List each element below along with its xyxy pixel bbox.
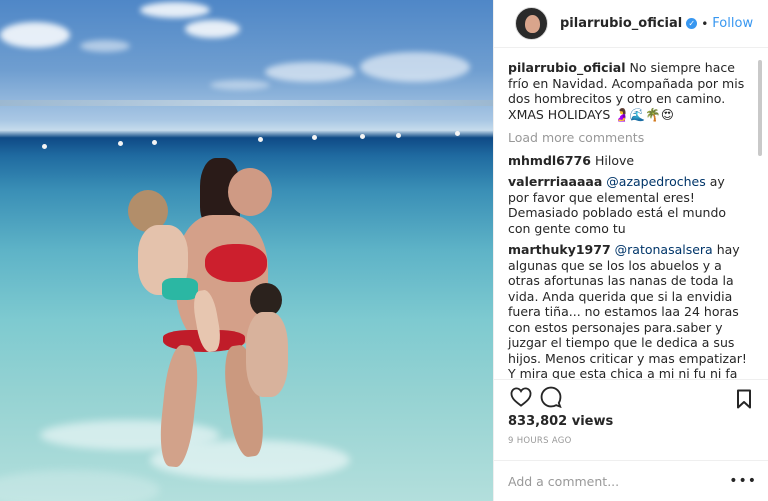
instagram-post: pilarrubio_oficial ✓ • Follow pilarrubio…: [0, 0, 768, 501]
cloud: [185, 20, 240, 38]
buoy: [258, 137, 263, 142]
comment-mention[interactable]: @ratonasalsera: [615, 242, 713, 257]
more-options-icon[interactable]: •••: [729, 473, 757, 489]
buoy: [42, 144, 47, 149]
cloud: [80, 40, 130, 52]
avatar[interactable]: [515, 7, 548, 40]
list-item: valerrriaaaaa @azapedroches ay por favor…: [508, 174, 748, 236]
load-more-comments-button[interactable]: Load more comments: [508, 130, 748, 146]
like-button[interactable]: [506, 382, 536, 412]
comment-input[interactable]: [508, 473, 728, 489]
comment-text: Hilove: [594, 152, 635, 168]
comment-mention[interactable]: @azapedroches: [606, 174, 705, 189]
header-username[interactable]: pilarrubio_oficial: [560, 16, 682, 31]
cloud: [360, 52, 470, 82]
horizon-line: [0, 100, 493, 106]
comments-list[interactable]: pilarrubio_oficial No siempre hace frío …: [494, 60, 754, 379]
buoy: [455, 131, 460, 136]
caption: pilarrubio_oficial No siempre hace frío …: [508, 60, 748, 122]
buoy: [312, 135, 317, 140]
heart-icon: [510, 386, 532, 407]
add-comment-bar: •••: [494, 460, 768, 501]
wave-foam: [0, 470, 160, 501]
save-button[interactable]: [729, 384, 759, 414]
views-count[interactable]: 833,802 views: [508, 414, 613, 429]
comment-username[interactable]: valerrriaaaaa: [508, 174, 602, 189]
bookmark-icon: [737, 389, 751, 409]
cloud: [140, 2, 210, 18]
child-body: [246, 312, 288, 397]
comment-text: hay algunas que se los los abuelos y a o…: [508, 242, 747, 379]
post-side-panel: pilarrubio_oficial ✓ • Follow pilarrubio…: [493, 0, 768, 501]
buoy: [118, 141, 123, 146]
verified-badge-icon: ✓: [686, 18, 698, 29]
action-bar: [494, 379, 768, 413]
woman-swimsuit-top: [205, 244, 267, 282]
cloud: [0, 22, 70, 48]
child-swim-shorts: [162, 278, 198, 300]
caption-username[interactable]: pilarrubio_oficial: [508, 60, 626, 75]
separator-dot: •: [701, 16, 709, 31]
woman-head: [228, 168, 272, 216]
list-item: marthuky1977 @ratonasalsera hay algunas …: [508, 242, 748, 379]
buoy: [396, 133, 401, 138]
list-item: mhmdl6776 Hilove: [508, 153, 748, 169]
follow-button[interactable]: Follow: [712, 16, 753, 31]
comments-scrollbar[interactable]: [758, 60, 762, 156]
comment-username[interactable]: mhmdl6776: [508, 153, 591, 168]
post-timestamp[interactable]: 9 HOURS AGO: [508, 436, 572, 446]
cloud: [210, 80, 270, 90]
buoy: [360, 134, 365, 139]
cloud: [265, 62, 355, 82]
comment-bubble-icon: [540, 386, 562, 408]
comment-username[interactable]: marthuky1977: [508, 242, 611, 257]
comment-button[interactable]: [536, 382, 566, 412]
post-photo[interactable]: [0, 0, 493, 501]
post-header: pilarrubio_oficial ✓ • Follow: [494, 0, 768, 48]
buoy: [152, 140, 157, 145]
